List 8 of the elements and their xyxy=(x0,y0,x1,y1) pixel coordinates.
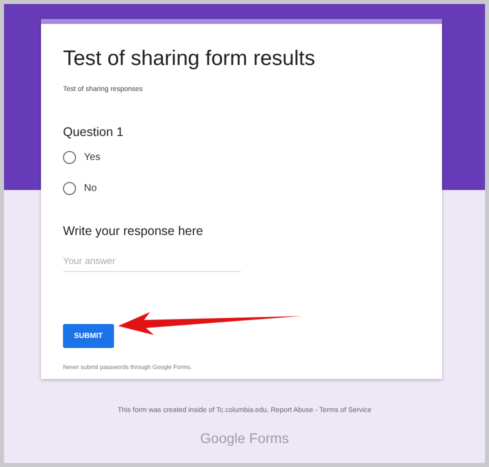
radio-button[interactable] xyxy=(63,151,76,164)
option-label: Yes xyxy=(84,151,100,166)
radio-button[interactable] xyxy=(63,182,76,196)
question-title: Write your response here xyxy=(63,223,204,240)
option-label: No xyxy=(84,182,97,196)
question-title: Question 1 xyxy=(63,124,124,141)
google-forms-logo: Google Forms xyxy=(199,428,290,448)
form-title: Test of sharing form results xyxy=(63,46,316,72)
